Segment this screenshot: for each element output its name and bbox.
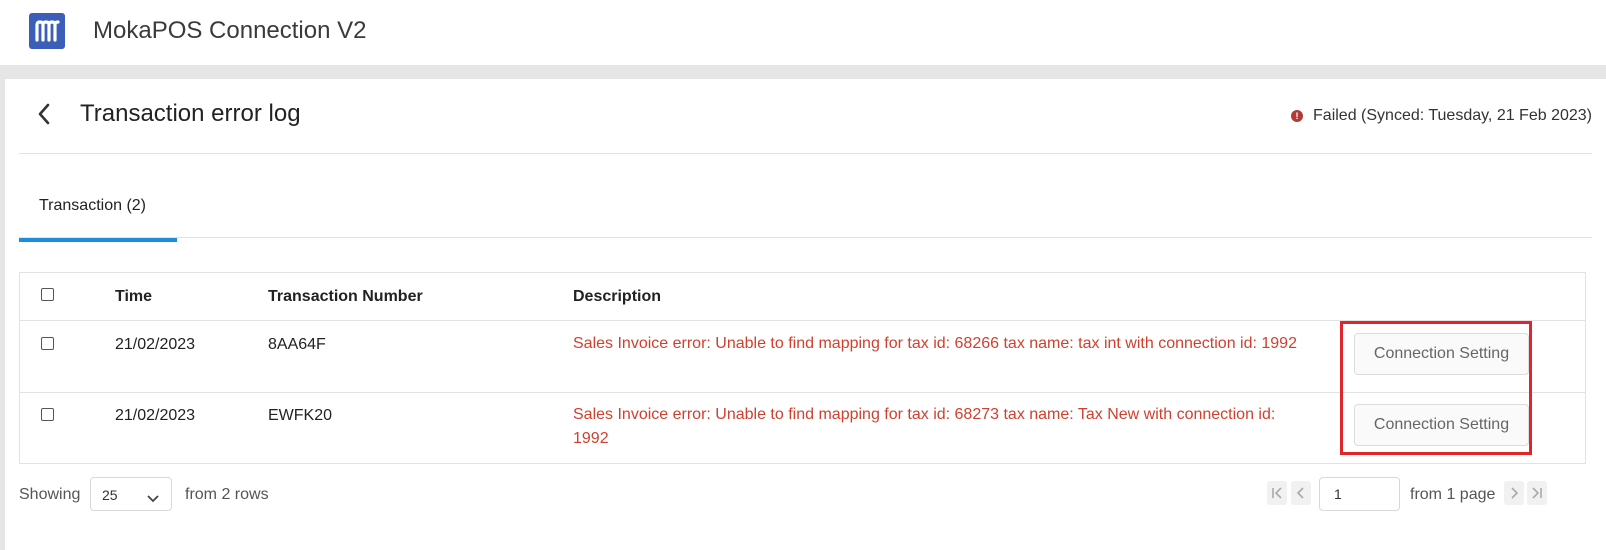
column-header-time: Time: [115, 288, 153, 305]
row-transaction-number: EWFK20: [268, 407, 333, 424]
tab-active-indicator: [19, 238, 177, 242]
next-page-icon[interactable]: [1504, 481, 1524, 505]
page-size-value: 25: [102, 487, 118, 503]
tab-transaction-label: Transaction (2): [39, 197, 146, 214]
error-icon: !: [1291, 110, 1304, 122]
page-title: Transaction error log: [80, 100, 301, 127]
prev-page-icon[interactable]: [1291, 481, 1311, 505]
row-checkbox[interactable]: [41, 408, 54, 421]
tab-transaction[interactable]: Transaction (2): [19, 197, 177, 242]
sync-status: ! Failed (Synced: Tuesday, 21 Feb 2023): [1291, 107, 1592, 125]
page-number-input[interactable]: 1: [1319, 477, 1400, 511]
select-all-checkbox[interactable]: [41, 288, 54, 301]
app-title: MokaPOS Connection V2: [93, 17, 367, 44]
showing-label: Showing: [19, 486, 81, 503]
row-description: Sales Invoice error: Unable to find mapp…: [573, 335, 1297, 352]
tabs-divider: [19, 237, 1592, 238]
table-footer: Showing 25 from 2 rows 1 from 1 page: [19, 477, 1586, 513]
row-description: Sales Invoice error: Unable to find mapp…: [573, 406, 1276, 447]
first-page-icon[interactable]: [1267, 481, 1287, 505]
top-bar: MokaPOS Connection V2: [0, 0, 1606, 65]
page-size-select[interactable]: 25: [90, 477, 172, 511]
table-header-row: Time Transaction Number Description: [20, 273, 1585, 321]
header-divider: [19, 153, 1592, 154]
moka-logo-icon[interactable]: [29, 13, 65, 49]
row-checkbox[interactable]: [41, 337, 54, 350]
rows-count-text: from 2 rows: [185, 486, 269, 503]
pages-count-text: from 1 page: [1410, 486, 1496, 503]
column-header-description: Description: [573, 288, 662, 305]
column-header-transaction-number: Transaction Number: [268, 288, 423, 305]
row-transaction-number: 8AA64F: [268, 336, 326, 353]
row-time: 21/02/2023: [115, 407, 196, 424]
highlight-box: [1340, 321, 1532, 455]
row-time: 21/02/2023: [115, 336, 196, 353]
main-card: Transaction error log ! Failed (Synced: …: [5, 79, 1606, 550]
last-page-icon[interactable]: [1527, 481, 1547, 505]
chevron-down-icon: [147, 490, 159, 508]
sync-status-text: Failed (Synced: Tuesday, 21 Feb 2023): [1313, 107, 1592, 124]
back-arrow-icon[interactable]: [32, 99, 56, 129]
